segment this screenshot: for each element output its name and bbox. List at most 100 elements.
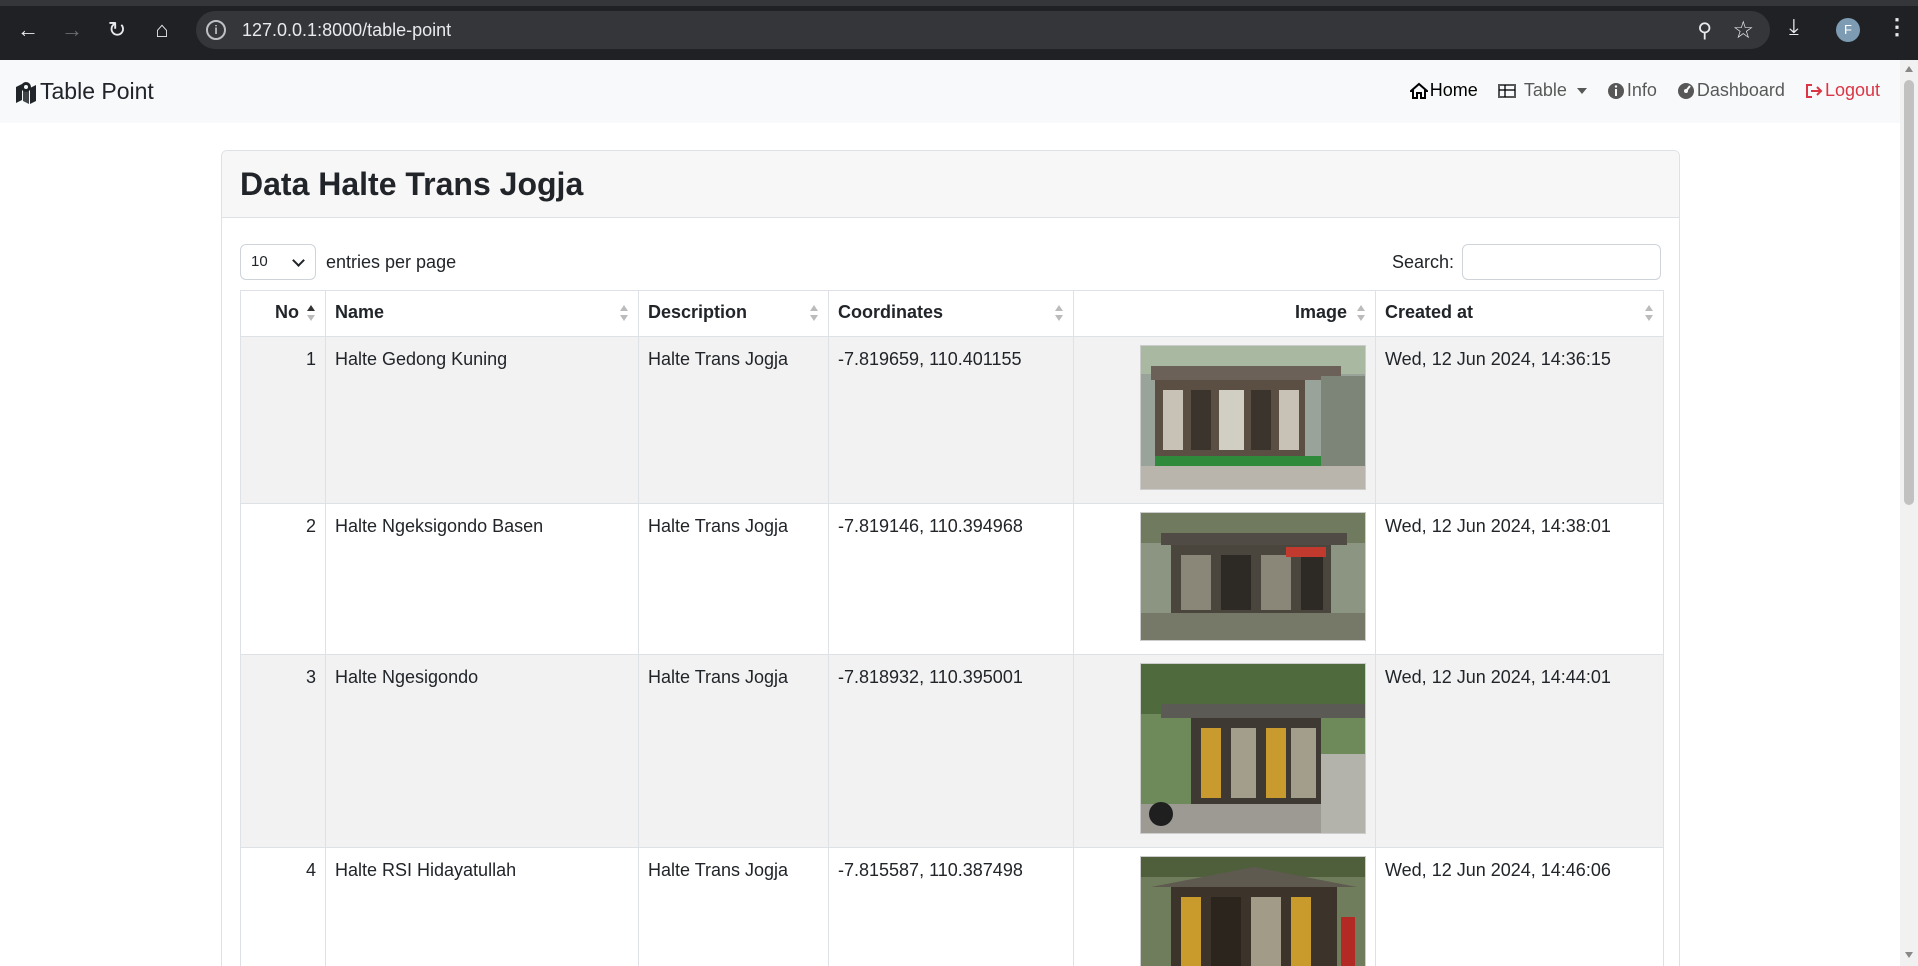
card-body: 10 entries per page Search: No Name Desc… [222,218,1679,966]
profile-avatar[interactable]: F [1836,18,1860,42]
column-header-created-at[interactable]: Created at [1375,290,1664,337]
search-control: Search: [1392,244,1661,280]
cell-description: Halte Trans Jogja [638,503,829,655]
column-header-name[interactable]: Name [325,290,639,337]
cell-name: Halte RSI Hidayatullah [325,847,639,966]
nav-table-dropdown[interactable]: Table [1497,80,1587,101]
nav-info[interactable]: Info [1607,80,1657,101]
back-icon[interactable]: ← [14,16,42,44]
table-row: 1 Halte Gedong Kuning Halte Trans Jogja … [240,336,1664,504]
nav-home[interactable]: Home [1409,80,1478,101]
sort-ascending-icon [307,305,315,323]
scroll-up-icon[interactable] [1905,66,1913,72]
scrollbar-thumb[interactable] [1904,80,1914,505]
cell-name: Halte Gedong Kuning [325,336,639,504]
halte-photo [1140,663,1366,834]
info-circle-icon [1607,82,1624,99]
halte-photo [1140,512,1366,641]
cell-image [1073,503,1376,655]
search-input[interactable] [1462,244,1661,280]
map-location-icon [16,81,36,104]
sort-icon [1357,305,1365,323]
cell-created-at: Wed, 12 Jun 2024, 14:44:01 [1375,654,1664,848]
table-row: 2 Halte Ngeksigondo Basen Halte Trans Jo… [240,503,1664,655]
zoom-icon[interactable]: ⚲ [1697,18,1712,43]
nav-dashboard-label: Dashboard [1696,80,1785,100]
table-row: 3 Halte Ngesigondo Halte Trans Jogja -7.… [240,654,1664,848]
table-icon [1497,83,1516,98]
column-header-image[interactable]: Image [1073,290,1376,337]
cell-coordinates: -7.819146, 110.394968 [828,503,1074,655]
table-row: 4 Halte RSI Hidayatullah Halte Trans Jog… [240,847,1664,966]
navbar-links: Home Table Info Dashboard Logout [1409,80,1880,101]
cell-created-at: Wed, 12 Jun 2024, 14:38:01 [1375,503,1664,655]
scroll-down-icon[interactable] [1905,952,1913,958]
cell-created-at: Wed, 12 Jun 2024, 14:46:06 [1375,847,1664,966]
column-header-created-at-label: Created at [1385,302,1474,322]
column-header-no-label: No [275,302,299,322]
logout-icon [1805,83,1823,98]
cell-description: Halte Trans Jogja [638,336,829,504]
cell-description: Halte Trans Jogja [638,847,829,966]
datatable-controls: 10 entries per page Search: [240,218,1661,290]
sort-icon [810,305,818,323]
nav-logout-label: Logout [1824,80,1880,100]
sort-icon [620,305,628,323]
nav-logout[interactable]: Logout [1805,80,1880,101]
cell-no: 4 [240,847,326,966]
page-title: Data Halte Trans Jogja [240,166,584,202]
card-header: Data Halte Trans Jogja [222,151,1679,218]
chevron-down-icon [292,254,305,267]
url-text[interactable]: 127.0.0.1:8000/table-point [242,20,451,41]
data-card: Data Halte Trans Jogja 10 entries per pa… [221,150,1680,966]
sort-icon [1645,305,1653,323]
cell-name: Halte Ngesigondo [325,654,639,848]
sort-icon [1055,305,1063,323]
cell-image [1073,654,1376,848]
address-bar[interactable]: i 127.0.0.1:8000/table-point ⚲ ☆ [196,11,1770,49]
cell-no: 2 [240,503,326,655]
bookmark-star-icon[interactable]: ☆ [1732,16,1754,45]
navbar-brand[interactable]: Table Point [14,78,154,105]
cell-name: Halte Ngeksigondo Basen [325,503,639,655]
forward-icon[interactable]: → [58,16,86,44]
reload-icon[interactable]: ↻ [103,16,131,44]
nav-table-label: Table [1523,80,1567,100]
column-header-name-label: Name [335,302,385,322]
cell-created-at: Wed, 12 Jun 2024, 14:36:15 [1375,336,1664,504]
cell-description: Halte Trans Jogja [638,654,829,848]
column-header-description[interactable]: Description [638,290,829,337]
column-header-image-label: Image [1294,302,1347,322]
cell-coordinates: -7.815587, 110.387498 [828,847,1074,966]
column-header-coordinates-label: Coordinates [838,302,944,322]
nav-home-label: Home [1429,80,1478,100]
download-icon[interactable]: ⤓ [1789,14,1799,40]
nav-dashboard[interactable]: Dashboard [1677,80,1785,101]
browser-chrome: ← → ↻ ⌂ i 127.0.0.1:8000/table-point ⚲ ☆… [0,0,1918,60]
app-navbar: Table Point Home Table Info Dashboard Lo… [0,60,1900,123]
home-icon[interactable]: ⌂ [148,16,176,44]
entries-label: entries per page [326,251,457,272]
column-header-coordinates[interactable]: Coordinates [828,290,1074,337]
cell-coordinates: -7.819659, 110.401155 [828,336,1074,504]
entries-per-page: 10 entries per page [240,244,456,280]
column-header-no[interactable]: No [240,290,326,337]
column-header-description-label: Description [648,302,748,322]
cell-no: 1 [240,336,326,504]
site-info-icon[interactable]: i [206,20,226,40]
nav-info-label: Info [1626,80,1657,100]
halte-table: No Name Description Coordinates Image Cr… [240,290,1664,966]
browser-menu-icon[interactable]: ⋮ [1886,14,1908,40]
gauge-icon [1677,82,1694,99]
halte-photo [1140,856,1366,966]
cell-image [1073,847,1376,966]
cell-image [1073,336,1376,504]
tab-strip [0,0,1918,6]
entries-select[interactable]: 10 [240,244,316,280]
brand-label: Table Point [40,78,154,104]
halte-photo [1140,345,1366,490]
search-label: Search: [1391,251,1454,272]
page-scrollbar[interactable] [1900,60,1918,966]
entries-select-value: 10 [251,253,268,270]
house-icon [1409,82,1428,99]
